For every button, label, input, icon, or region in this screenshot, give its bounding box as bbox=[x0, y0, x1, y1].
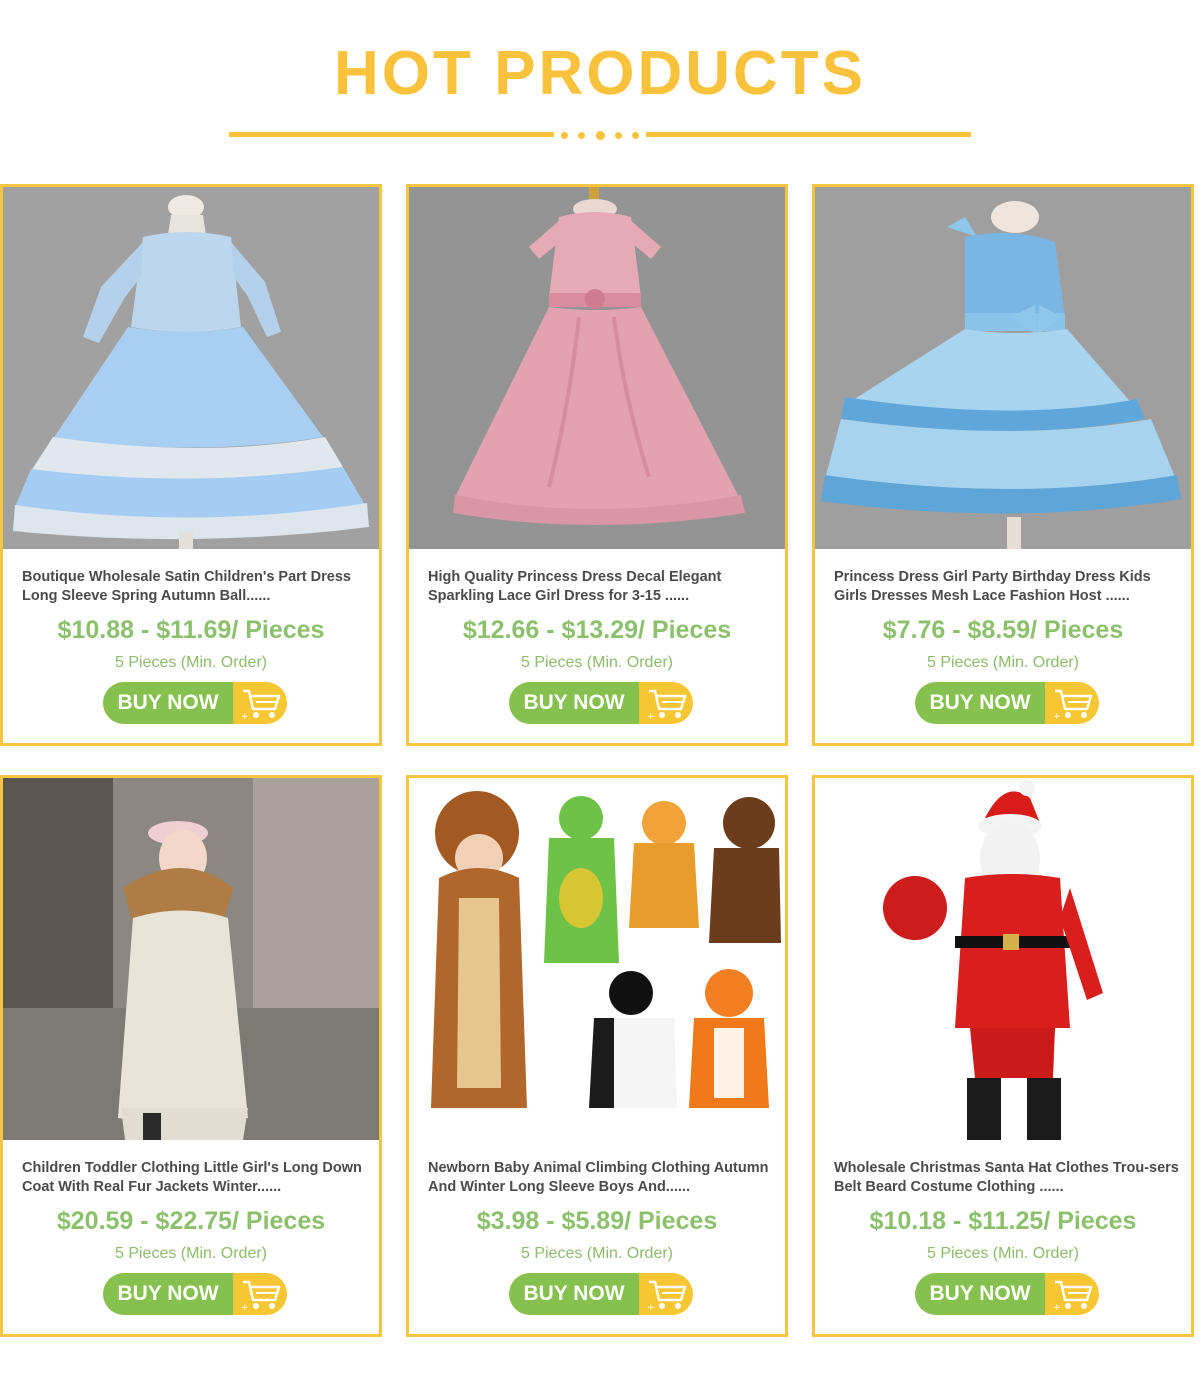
divider-dot bbox=[632, 131, 639, 139]
product-image[interactable] bbox=[3, 187, 379, 549]
product-card[interactable]: Newborn Baby Animal Climbing Clothing Au… bbox=[406, 775, 788, 1337]
product-card[interactable]: Boutique Wholesale Satin Children's Part… bbox=[0, 184, 382, 746]
cart-icon: + bbox=[1045, 1273, 1099, 1315]
product-card[interactable]: Children Toddler Clothing Little Girl's … bbox=[0, 775, 382, 1337]
buy-now-button[interactable]: BUY NOW + bbox=[509, 1273, 693, 1315]
product-image[interactable] bbox=[409, 778, 785, 1140]
divider-dot bbox=[595, 130, 605, 140]
cart-icon: + bbox=[639, 1273, 693, 1315]
divider-dots bbox=[561, 130, 639, 140]
buy-now-label: BUY NOW bbox=[915, 682, 1045, 724]
svg-text:+: + bbox=[1053, 712, 1061, 721]
product-name[interactable]: Children Toddler Clothing Little Girl's … bbox=[22, 1159, 372, 1196]
product-min-order: 5 Pieces (Min. Order) bbox=[114, 654, 268, 671]
buy-now-button[interactable]: BUY NOW + bbox=[915, 1273, 1099, 1315]
cart-icon: + bbox=[639, 682, 693, 724]
svg-text:+: + bbox=[241, 712, 249, 721]
product-min-order: 5 Pieces (Min. Order) bbox=[926, 654, 1080, 671]
title-divider bbox=[229, 128, 971, 142]
svg-text:+: + bbox=[647, 712, 655, 721]
product-card[interactable]: Princess Dress Girl Party Birthday Dress… bbox=[812, 184, 1194, 746]
buy-now-label: BUY NOW bbox=[509, 682, 639, 724]
product-price: $7.76 - $8.59/ Pieces bbox=[882, 616, 1124, 644]
section-header: HOT PRODUCTS bbox=[0, 0, 1200, 180]
divider-dot bbox=[561, 131, 568, 139]
buy-now-button[interactable]: BUY NOW + bbox=[915, 682, 1099, 724]
buy-now-label: BUY NOW bbox=[915, 1273, 1045, 1315]
svg-text:+: + bbox=[647, 1303, 655, 1312]
product-image[interactable] bbox=[815, 187, 1191, 549]
buy-now-button[interactable]: BUY NOW + bbox=[103, 1273, 287, 1315]
product-min-order: 5 Pieces (Min. Order) bbox=[926, 1245, 1080, 1262]
buy-now-label: BUY NOW bbox=[509, 1273, 639, 1315]
product-name[interactable]: Newborn Baby Animal Climbing Clothing Au… bbox=[428, 1159, 778, 1196]
divider-line-left bbox=[229, 132, 554, 137]
buy-now-label: BUY NOW bbox=[103, 682, 233, 724]
product-price: $10.18 - $11.25/ Pieces bbox=[869, 1207, 1137, 1235]
product-price: $20.59 - $22.75/ Pieces bbox=[56, 1207, 326, 1235]
product-name[interactable]: Princess Dress Girl Party Birthday Dress… bbox=[834, 568, 1184, 605]
product-image[interactable] bbox=[409, 187, 785, 549]
product-image[interactable] bbox=[815, 778, 1191, 1140]
cart-icon: + bbox=[1045, 682, 1099, 724]
product-name[interactable]: High Quality Princess Dress Decal Elegan… bbox=[428, 568, 778, 605]
cart-icon: + bbox=[233, 682, 287, 724]
product-price: $12.66 - $13.29/ Pieces bbox=[462, 616, 732, 644]
product-image[interactable] bbox=[3, 778, 379, 1140]
product-price: $3.98 - $5.89/ Pieces bbox=[476, 1207, 718, 1235]
product-name[interactable]: Wholesale Christmas Santa Hat Clothes Tr… bbox=[834, 1159, 1184, 1196]
product-card[interactable]: High Quality Princess Dress Decal Elegan… bbox=[406, 184, 788, 746]
divider-line-right bbox=[646, 132, 971, 137]
divider-dot bbox=[578, 131, 586, 139]
product-price: $10.88 - $11.69/ Pieces bbox=[57, 616, 325, 644]
buy-now-label: BUY NOW bbox=[103, 1273, 233, 1315]
product-min-order: 5 Pieces (Min. Order) bbox=[520, 654, 674, 671]
product-card[interactable]: Wholesale Christmas Santa Hat Clothes Tr… bbox=[812, 775, 1194, 1337]
buy-now-button[interactable]: BUY NOW + bbox=[509, 682, 693, 724]
cart-icon: + bbox=[233, 1273, 287, 1315]
divider-dot bbox=[614, 131, 622, 139]
svg-text:+: + bbox=[241, 1303, 249, 1312]
product-min-order: 5 Pieces (Min. Order) bbox=[114, 1245, 268, 1262]
section-title: HOT PRODUCTS bbox=[334, 39, 866, 108]
product-name[interactable]: Boutique Wholesale Satin Children's Part… bbox=[22, 568, 372, 605]
buy-now-button[interactable]: BUY NOW + bbox=[103, 682, 287, 724]
product-min-order: 5 Pieces (Min. Order) bbox=[520, 1245, 674, 1262]
svg-text:+: + bbox=[1053, 1303, 1061, 1312]
